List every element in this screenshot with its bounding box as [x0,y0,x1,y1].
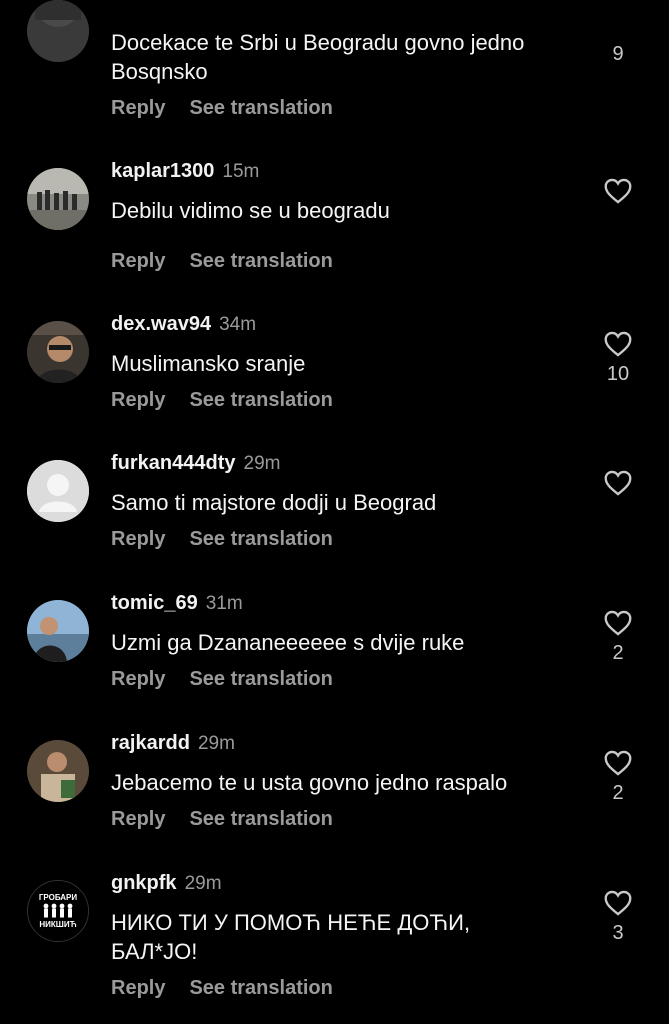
like-control[interactable]: 10 [600,331,636,386]
see-translation-button[interactable]: See translation [189,668,332,690]
avatar[interactable] [27,0,89,62]
like-control[interactable]: 9 [600,43,636,66]
timestamp: 29m [243,453,281,474]
like-count: 10 [606,363,630,385]
svg-text:ГРОБАРИ: ГРОБАРИ [39,893,78,902]
comment-header: furkan444dty 29m [111,452,280,475]
comment-text: Docekace te Srbi u Beogradu govno jedno … [111,30,525,84]
username[interactable]: tomic_69 [111,592,198,614]
default-avatar-icon [27,460,89,522]
reply-button[interactable]: Reply [111,250,165,272]
comment-header: dex.wav94 34m [111,313,256,336]
see-translation-button[interactable]: See translation [189,808,332,830]
comment-actions: Reply See translation [111,808,333,831]
svg-text:НИКШИЋ: НИКШИЋ [39,920,76,929]
like-count: 2 [612,782,624,804]
timestamp: 34m [219,314,257,335]
comment-header: kaplar1300 15m [111,160,259,183]
comment-actions: Reply See translation [111,250,333,273]
reply-button[interactable]: Reply [111,668,165,690]
comment-text: Samo ti majstore dodji u Beograd [111,490,437,515]
comment-actions: Reply See translation [111,668,333,691]
see-translation-button[interactable]: See translation [189,977,332,999]
comment-text: Debilu vidimo se u beogradu [111,198,390,223]
like-count: 9 [612,43,624,65]
comment-actions: Reply See translation [111,528,333,551]
like-control[interactable]: 2 [600,750,636,805]
like-count: 3 [612,922,624,944]
timestamp: 15m [222,161,260,182]
heart-icon [604,750,632,776]
like-control[interactable]: 2 [600,610,636,665]
heart-icon [604,331,632,357]
comment-actions: Reply See translation [111,977,333,1000]
timestamp: 29m [184,873,222,894]
comment-header: rajkardd 29m [111,732,235,755]
like-count: 2 [612,642,624,664]
see-translation-button[interactable]: See translation [189,389,332,411]
comment-text: Uzmi ga Dzananeeeeee s dvije ruke [111,630,465,655]
username[interactable]: kaplar1300 [111,160,214,182]
reply-button[interactable]: Reply [111,389,165,411]
avatar[interactable] [27,740,89,802]
timestamp: 29m [197,733,235,754]
comment-text: Muslimansko sranje [111,351,306,376]
like-control[interactable] [600,470,636,502]
comment-header: tomic_69 31m [111,592,243,615]
heart-icon [604,178,632,204]
reply-button[interactable]: Reply [111,808,165,830]
avatar[interactable]: ГРОБАРИ НИКШИЋ [27,880,89,942]
avatar[interactable] [27,460,89,522]
like-control[interactable] [600,178,636,210]
comment-actions: Reply See translation [111,97,333,120]
username[interactable]: dex.wav94 [111,313,211,335]
like-control[interactable]: 3 [600,890,636,945]
see-translation-button[interactable]: See translation [189,250,332,272]
comment-actions: Reply See translation [111,389,333,412]
avatar[interactable] [27,321,89,383]
username[interactable]: rajkardd [111,732,190,754]
heart-icon [604,610,632,636]
comment-header: gnkpfk 29m [111,872,222,895]
comment-text: Jebacemo te u usta govno jedno raspalo [111,770,508,795]
reply-button[interactable]: Reply [111,528,165,550]
comment-text: НИКО ТИ У ПОМОЋ НЕЋЕ ДОЋИ, БАЛ*ЈО! [111,910,471,964]
username[interactable]: furkan444dty [111,452,236,474]
grobari-logo-icon: ГРОБАРИ НИКШИЋ [28,881,88,941]
see-translation-button[interactable]: See translation [189,97,332,119]
username[interactable]: gnkpfk [111,872,177,894]
timestamp: 31m [205,593,243,614]
reply-button[interactable]: Reply [111,977,165,999]
avatar[interactable] [27,168,89,230]
heart-icon [604,890,632,916]
avatar[interactable] [27,600,89,662]
heart-icon [604,470,632,496]
see-translation-button[interactable]: See translation [189,528,332,550]
reply-button[interactable]: Reply [111,97,165,119]
